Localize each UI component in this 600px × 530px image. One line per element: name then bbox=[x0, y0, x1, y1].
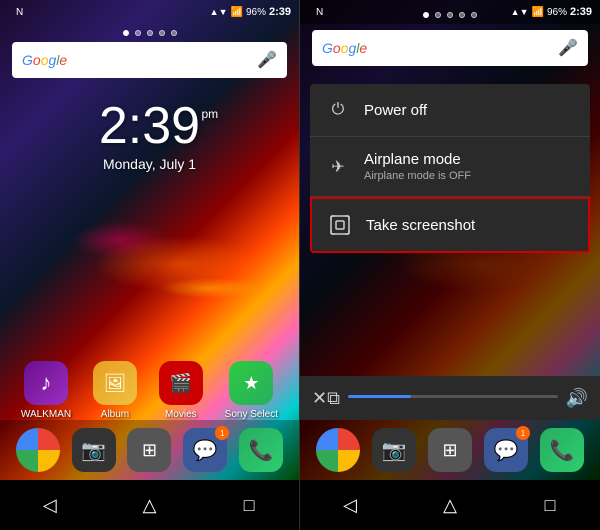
airplane-mode-item[interactable]: ✈ Airplane mode Airplane mode is OFF bbox=[310, 137, 590, 197]
walkman-icon: ♪ bbox=[24, 361, 68, 405]
airplane-icon: ✈ bbox=[326, 155, 350, 179]
airplane-mode-subtitle: Airplane mode is OFF bbox=[364, 170, 574, 182]
right-back-button[interactable]: ◁ bbox=[330, 485, 370, 525]
right-nav-bar: ◁ △ □ bbox=[300, 480, 600, 530]
search-bar[interactable]: Google 🎤 bbox=[12, 42, 287, 78]
dock-chrome[interactable] bbox=[16, 428, 60, 472]
power-off-item[interactable]: ⏻ Power off bbox=[310, 84, 590, 137]
right-messaging-badge: 1 bbox=[516, 426, 530, 440]
right-dock-messaging[interactable]: 💬 1 bbox=[484, 428, 528, 472]
nfc-icon: N bbox=[16, 7, 23, 18]
bottom-dock: 📷 ⊞ 💬 1 📞 bbox=[0, 420, 299, 480]
google-logo: Google bbox=[22, 52, 67, 68]
power-off-icon: ⏻ bbox=[326, 98, 350, 122]
app-grid: ♪ WALKMAN 🖼 Album 🎬 Movies ★ Sony Select bbox=[0, 361, 299, 420]
right-phone: N ▲▼ 📶 96% 2:39 Google 🎤 ⏻ Power off bbox=[300, 0, 600, 530]
right-dock-camera[interactable]: 📷 bbox=[372, 428, 416, 472]
page-dot-5 bbox=[171, 30, 177, 36]
app-album[interactable]: 🖼 Album bbox=[93, 361, 137, 420]
album-label: Album bbox=[101, 409, 129, 420]
sonyselect-icon: ★ bbox=[229, 361, 273, 405]
dock-camera[interactable]: 📷 bbox=[72, 428, 116, 472]
sonyselect-label: Sony Select bbox=[225, 409, 278, 420]
signal-icon: ▲▼ bbox=[210, 7, 228, 17]
page-dot-4 bbox=[159, 30, 165, 36]
right-page-dot-1 bbox=[423, 12, 429, 18]
clock-time: 2:39pm bbox=[99, 100, 200, 152]
right-bottom-dock: 📷 ⊞ 💬 1 📞 bbox=[300, 420, 600, 480]
wifi-icon: 📶 bbox=[231, 7, 243, 18]
movies-icon: 🎬 bbox=[159, 361, 203, 405]
airplane-mode-title: Airplane mode bbox=[364, 151, 574, 168]
left-phone: N ▲▼ 📶 96% 2:39 Google 🎤 2:39pm Monday, … bbox=[0, 0, 300, 530]
home-button[interactable]: △ bbox=[129, 485, 169, 525]
power-menu: ⏻ Power off ✈ Airplane mode Airplane mod… bbox=[310, 84, 590, 253]
clock-date: Monday, July 1 bbox=[103, 156, 196, 172]
app-movies[interactable]: 🎬 Movies bbox=[159, 361, 203, 420]
movies-label: Movies bbox=[165, 409, 197, 420]
page-dots bbox=[0, 30, 299, 36]
app-walkman[interactable]: ♪ WALKMAN bbox=[21, 361, 71, 420]
nav-bar: ◁ △ □ bbox=[0, 480, 299, 530]
back-button[interactable]: ◁ bbox=[30, 485, 70, 525]
right-dock-apps[interactable]: ⊞ bbox=[428, 428, 472, 472]
right-page-dot-4 bbox=[459, 12, 465, 18]
battery-text: 96% bbox=[246, 7, 266, 18]
brightness-bar bbox=[348, 395, 558, 398]
qs-bluetooth-icon[interactable]: ✕ bbox=[312, 388, 327, 409]
right-home-button[interactable]: △ bbox=[430, 485, 470, 525]
screenshot-icon bbox=[328, 213, 352, 237]
take-screenshot-title: Take screenshot bbox=[366, 217, 572, 234]
album-icon: 🖼 bbox=[93, 361, 137, 405]
right-google-logo: Google bbox=[322, 40, 367, 56]
brightness-fill bbox=[348, 395, 411, 398]
page-dot-1 bbox=[123, 30, 129, 36]
walkman-label: WALKMAN bbox=[21, 409, 71, 420]
right-page-dot-3 bbox=[447, 12, 453, 18]
right-dock-phone[interactable]: 📞 bbox=[540, 428, 584, 472]
right-dock-chrome[interactable] bbox=[316, 428, 360, 472]
recents-button[interactable]: □ bbox=[229, 485, 269, 525]
clock-widget: 2:39pm Monday, July 1 bbox=[0, 100, 299, 172]
status-bar: N ▲▼ 📶 96% 2:39 bbox=[0, 0, 299, 24]
right-mic-icon[interactable]: 🎤 bbox=[558, 38, 578, 58]
page-dot-2 bbox=[135, 30, 141, 36]
quick-settings: ✕ ⧉ 🔊 bbox=[300, 376, 600, 420]
page-dot-3 bbox=[147, 30, 153, 36]
power-off-title: Power off bbox=[364, 102, 574, 119]
qs-rotation-icon[interactable]: ⧉ bbox=[327, 388, 340, 409]
right-page-dot-5 bbox=[471, 12, 477, 18]
time-display: 2:39 bbox=[269, 6, 291, 18]
dock-apps[interactable]: ⊞ bbox=[127, 428, 171, 472]
app-sonyselect[interactable]: ★ Sony Select bbox=[225, 361, 278, 420]
dock-phone[interactable]: 📞 bbox=[239, 428, 283, 472]
messaging-badge: 1 bbox=[215, 426, 229, 440]
right-recents-button[interactable]: □ bbox=[530, 485, 570, 525]
clock-ampm: pm bbox=[201, 108, 218, 120]
mic-icon[interactable]: 🎤 bbox=[257, 50, 277, 70]
right-page-dot-2 bbox=[435, 12, 441, 18]
qs-volume-icon[interactable]: 🔊 bbox=[566, 388, 588, 409]
dock-messaging[interactable]: 💬 1 bbox=[183, 428, 227, 472]
right-search-bar[interactable]: Google 🎤 bbox=[312, 30, 588, 66]
take-screenshot-item[interactable]: Take screenshot bbox=[310, 197, 590, 253]
right-page-dots bbox=[300, 12, 600, 18]
